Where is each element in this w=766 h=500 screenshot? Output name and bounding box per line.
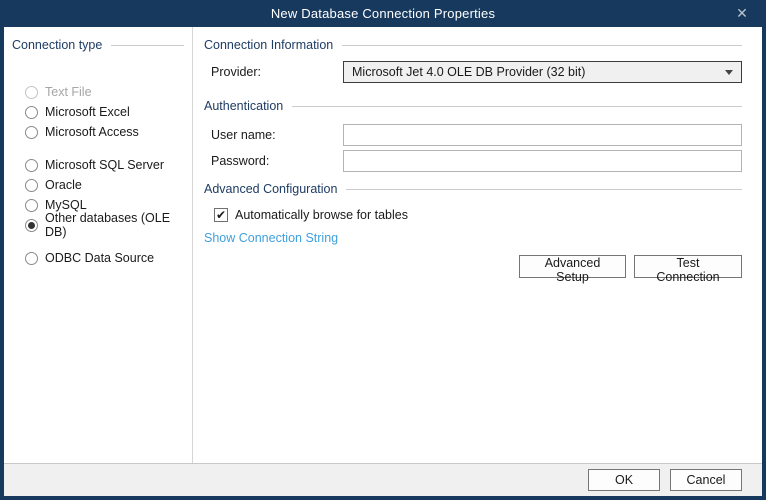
radio-label: Text File	[45, 85, 92, 99]
radio-icon	[25, 126, 38, 139]
dialog-window: New Database Connection Properties ✕ Con…	[0, 0, 766, 500]
radio-label: Microsoft Access	[45, 125, 139, 139]
header-rule	[111, 45, 184, 46]
username-label: User name:	[211, 128, 343, 142]
connection-information-header-label: Connection Information	[204, 38, 333, 52]
username-input[interactable]	[343, 124, 742, 146]
header-rule	[292, 106, 742, 107]
connection-settings-panel: Connection Information Provider: Microso…	[193, 27, 762, 463]
password-label: Password:	[211, 154, 343, 168]
connection-type-header-label: Connection type	[12, 38, 102, 52]
authentication-header-label: Authentication	[204, 99, 283, 113]
close-icon[interactable]: ✕	[728, 0, 756, 27]
connection-type-header: Connection type	[12, 38, 184, 52]
titlebar: New Database Connection Properties ✕	[0, 0, 766, 27]
show-connection-string-row: Show Connection String	[204, 230, 742, 245]
password-row: Password:	[211, 150, 742, 172]
radio-label: Oracle	[45, 178, 82, 192]
radio-text-file[interactable]: Text File	[25, 82, 184, 102]
advanced-configuration-header: Advanced Configuration	[204, 182, 742, 196]
ok-button[interactable]: OK	[588, 469, 660, 491]
dialog-footer: OK Cancel	[4, 463, 762, 496]
radio-label: Microsoft SQL Server	[45, 158, 164, 172]
test-connection-button[interactable]: Test Connection	[634, 255, 742, 278]
provider-dropdown-value: Microsoft Jet 4.0 OLE DB Provider (32 bi…	[352, 65, 717, 79]
auto-browse-tables-checkbox-row[interactable]: ✔ Automatically browse for tables	[214, 208, 742, 222]
radio-label: Microsoft Excel	[45, 105, 130, 119]
chevron-down-icon	[725, 70, 733, 75]
connection-information-header: Connection Information	[204, 38, 742, 52]
provider-row: Provider: Microsoft Jet 4.0 OLE DB Provi…	[211, 61, 742, 83]
connection-type-panel: Connection type Text File Microsoft Exce…	[4, 27, 193, 463]
radio-microsoft-sql-server[interactable]: Microsoft SQL Server	[25, 155, 184, 175]
provider-dropdown[interactable]: Microsoft Jet 4.0 OLE DB Provider (32 bi…	[343, 61, 742, 83]
dialog-title: New Database Connection Properties	[271, 6, 495, 21]
advanced-configuration-header-label: Advanced Configuration	[204, 182, 337, 196]
header-rule	[346, 189, 742, 190]
radio-label: Other databases (OLE DB)	[45, 211, 184, 239]
radio-label: ODBC Data Source	[45, 251, 154, 265]
auto-browse-tables-label: Automatically browse for tables	[235, 208, 408, 222]
cancel-button[interactable]: Cancel	[670, 469, 742, 491]
radio-group-files: Text File Microsoft Excel Microsoft Acce…	[25, 82, 184, 142]
username-row: User name:	[211, 124, 742, 146]
radio-microsoft-excel[interactable]: Microsoft Excel	[25, 102, 184, 122]
radio-icon	[25, 106, 38, 119]
radio-odbc-data-source[interactable]: ODBC Data Source	[25, 248, 184, 268]
radio-icon	[25, 86, 38, 99]
connection-type-list: Text File Microsoft Excel Microsoft Acce…	[12, 82, 184, 268]
radio-other-databases-ole-db[interactable]: Other databases (OLE DB)	[25, 215, 184, 235]
show-connection-string-link[interactable]: Show Connection String	[204, 231, 338, 245]
radio-group-servers: Microsoft SQL Server Oracle MySQL O	[25, 155, 184, 235]
radio-label: MySQL	[45, 198, 87, 212]
radio-icon	[25, 199, 38, 212]
radio-icon	[25, 252, 38, 265]
dialog-body: Connection type Text File Microsoft Exce…	[4, 27, 762, 496]
authentication-header: Authentication	[204, 99, 742, 113]
radio-icon	[25, 179, 38, 192]
radio-oracle[interactable]: Oracle	[25, 175, 184, 195]
radio-microsoft-access[interactable]: Microsoft Access	[25, 122, 184, 142]
radio-group-odbc: ODBC Data Source	[25, 248, 184, 268]
advanced-buttons-row: Advanced Setup Test Connection	[204, 255, 742, 278]
checkbox-checked-icon[interactable]: ✔	[214, 208, 228, 222]
radio-icon	[25, 159, 38, 172]
advanced-setup-button[interactable]: Advanced Setup	[519, 255, 626, 278]
header-rule	[342, 45, 742, 46]
password-input[interactable]	[343, 150, 742, 172]
radio-icon-selected	[25, 219, 38, 232]
provider-label: Provider:	[211, 65, 343, 79]
